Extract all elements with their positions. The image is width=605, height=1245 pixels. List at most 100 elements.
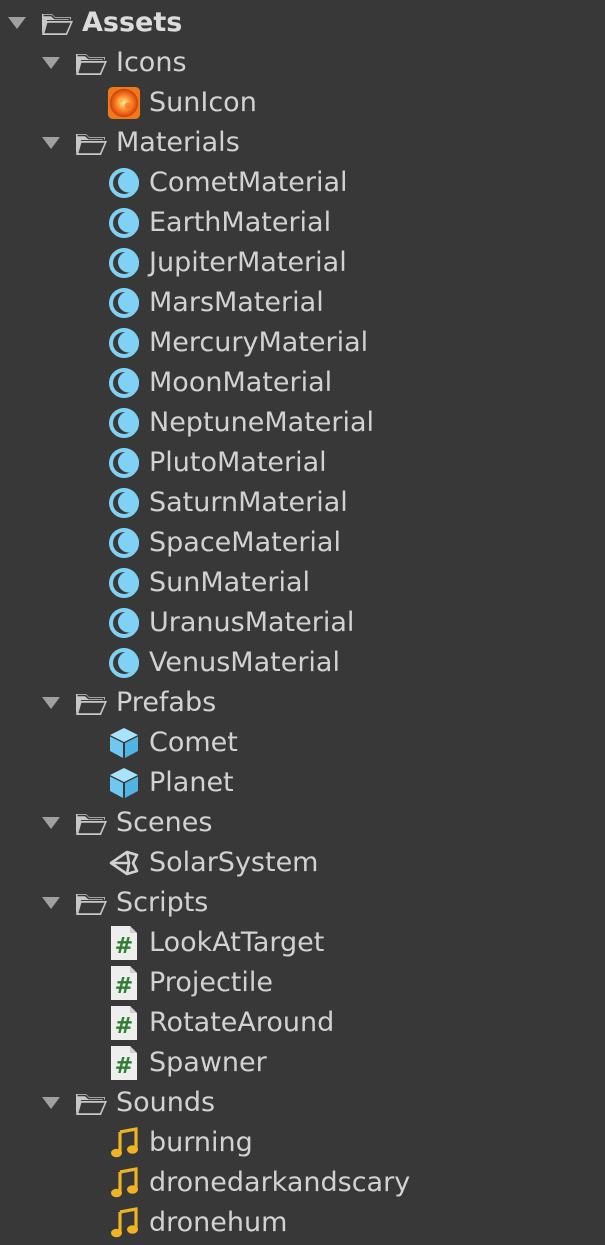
csharp-script-icon: # — [107, 1006, 141, 1040]
folder-row-materials[interactable]: Materials — [0, 123, 605, 163]
tree-item-label: UranusMaterial — [149, 607, 355, 638]
folder-row-scripts[interactable]: Scripts — [0, 883, 605, 923]
asset-row-lookattarget[interactable]: # LookAtTarget — [0, 923, 605, 963]
project-tree: Assets Icons SunIcon Materials CometMaterial… — [0, 0, 605, 1245]
tree-item-label: Icons — [116, 47, 187, 78]
asset-row-neptunematerial[interactable]: NeptuneMaterial — [0, 403, 605, 443]
tree-item-label: LookAtTarget — [149, 927, 325, 958]
material-sphere-icon — [107, 446, 141, 480]
audio-note-icon — [107, 1206, 141, 1240]
folder-open-icon — [74, 886, 108, 920]
tree-item-label: Scripts — [116, 887, 209, 918]
asset-row-jupitermaterial[interactable]: JupiterMaterial — [0, 243, 605, 283]
tree-item-label: NeptuneMaterial — [149, 407, 375, 438]
expand-arrow-icon[interactable] — [42, 897, 60, 909]
svg-text:#: # — [115, 1054, 133, 1079]
asset-row-venusmaterial[interactable]: VenusMaterial — [0, 643, 605, 683]
tree-item-label: PlutoMaterial — [149, 447, 327, 478]
prefab-cube-icon — [107, 726, 141, 760]
material-sphere-icon — [107, 166, 141, 200]
tree-item-label: dronehum — [149, 1207, 288, 1238]
asset-row-moonmaterial[interactable]: MoonMaterial — [0, 363, 605, 403]
expand-arrow-icon[interactable] — [42, 1097, 60, 1109]
material-sphere-icon — [107, 326, 141, 360]
folder-open-icon — [74, 806, 108, 840]
expand-arrow-icon[interactable] — [42, 137, 60, 149]
folder-row-icons[interactable]: Icons — [0, 43, 605, 83]
asset-row-projectile[interactable]: # Projectile — [0, 963, 605, 1003]
audio-note-icon — [107, 1126, 141, 1160]
folder-row-prefabs[interactable]: Prefabs — [0, 683, 605, 723]
folder-open-icon — [74, 126, 108, 160]
asset-row-sunicon[interactable]: SunIcon — [0, 83, 605, 123]
material-sphere-icon — [107, 206, 141, 240]
tree-item-label: CometMaterial — [149, 167, 348, 198]
tree-item-label: Planet — [149, 767, 234, 798]
folder-row-sounds[interactable]: Sounds — [0, 1083, 605, 1123]
tree-item-label: SaturnMaterial — [149, 487, 348, 518]
asset-row-planet[interactable]: Planet — [0, 763, 605, 803]
asset-row-rotatearound[interactable]: # RotateAround — [0, 1003, 605, 1043]
tree-item-label: Materials — [116, 127, 240, 158]
expand-arrow-icon[interactable] — [42, 697, 60, 709]
csharp-script-icon: # — [107, 966, 141, 1000]
folder-open-icon — [74, 1086, 108, 1120]
asset-row-saturnmaterial[interactable]: SaturnMaterial — [0, 483, 605, 523]
material-sphere-icon — [107, 566, 141, 600]
asset-row-burning[interactable]: burning — [0, 1123, 605, 1163]
asset-row-spawner[interactable]: # Spawner — [0, 1043, 605, 1083]
sun-texture-icon — [107, 86, 141, 120]
tree-item-label: Prefabs — [116, 687, 217, 718]
svg-text:#: # — [115, 1014, 133, 1039]
asset-row-earthmaterial[interactable]: EarthMaterial — [0, 203, 605, 243]
asset-row-plutomaterial[interactable]: PlutoMaterial — [0, 443, 605, 483]
tree-item-label: Comet — [149, 727, 238, 758]
folder-row-assets[interactable]: Assets — [0, 3, 605, 43]
asset-row-marsmaterial[interactable]: MarsMaterial — [0, 283, 605, 323]
tree-item-label: dronedarkandscary — [149, 1167, 411, 1198]
asset-row-sunmaterial[interactable]: SunMaterial — [0, 563, 605, 603]
expand-arrow-icon[interactable] — [42, 57, 60, 69]
asset-row-mercurymaterial[interactable]: MercuryMaterial — [0, 323, 605, 363]
tree-item-label: MoonMaterial — [149, 367, 333, 398]
asset-row-cometmaterial[interactable]: CometMaterial — [0, 163, 605, 203]
folder-open-icon — [74, 686, 108, 720]
material-sphere-icon — [107, 406, 141, 440]
tree-item-label: MercuryMaterial — [149, 327, 369, 358]
csharp-script-icon: # — [107, 1046, 141, 1080]
tree-item-label: Sounds — [116, 1087, 216, 1118]
svg-text:#: # — [115, 974, 133, 999]
csharp-script-icon: # — [107, 926, 141, 960]
prefab-cube-icon — [107, 766, 141, 800]
asset-row-comet[interactable]: Comet — [0, 723, 605, 763]
tree-item-label: Assets — [82, 7, 183, 38]
material-sphere-icon — [107, 526, 141, 560]
asset-row-solarsystem[interactable]: SolarSystem — [0, 843, 605, 883]
tree-item-label: Projectile — [149, 967, 273, 998]
tree-item-label: SolarSystem — [149, 847, 319, 878]
tree-item-label: MarsMaterial — [149, 287, 324, 318]
tree-item-label: burning — [149, 1127, 253, 1158]
audio-note-icon — [107, 1166, 141, 1200]
material-sphere-icon — [107, 486, 141, 520]
tree-item-label: JupiterMaterial — [149, 247, 347, 278]
tree-item-label: Spawner — [149, 1047, 267, 1078]
folder-open-icon — [74, 46, 108, 80]
folder-row-scenes[interactable]: Scenes — [0, 803, 605, 843]
tree-item-label: RotateAround — [149, 1007, 335, 1038]
material-sphere-icon — [107, 246, 141, 280]
asset-row-dronedarkandscary[interactable]: dronedarkandscary — [0, 1163, 605, 1203]
tree-item-label: SpaceMaterial — [149, 527, 341, 558]
expand-arrow-icon[interactable] — [8, 17, 26, 29]
folder-open-icon — [40, 6, 74, 40]
expand-arrow-icon[interactable] — [42, 817, 60, 829]
material-sphere-icon — [107, 606, 141, 640]
tree-item-label: EarthMaterial — [149, 207, 332, 238]
tree-item-label: SunIcon — [149, 87, 257, 118]
unity-scene-icon — [107, 846, 141, 880]
asset-row-dronehum[interactable]: dronehum — [0, 1203, 605, 1243]
tree-item-label: VenusMaterial — [149, 647, 340, 678]
asset-row-spacematerial[interactable]: SpaceMaterial — [0, 523, 605, 563]
asset-row-uranusmaterial[interactable]: UranusMaterial — [0, 603, 605, 643]
material-sphere-icon — [107, 366, 141, 400]
